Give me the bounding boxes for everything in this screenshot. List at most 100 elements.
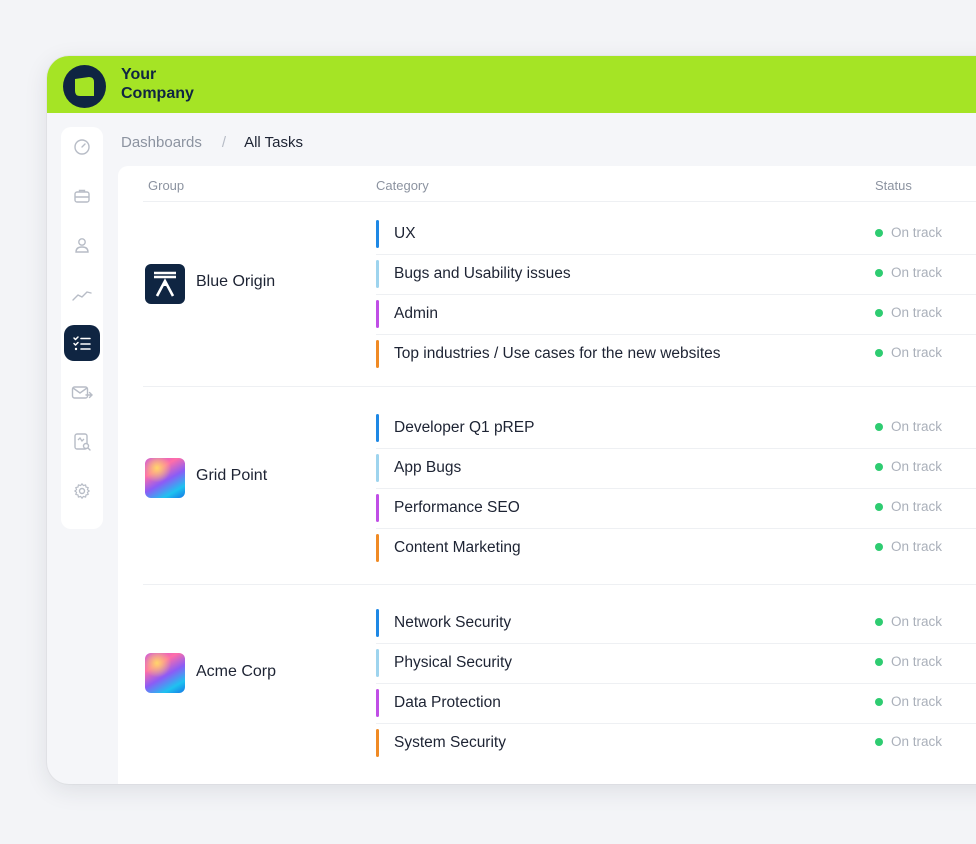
row-divider [376,723,976,724]
nav-trend[interactable] [64,277,100,313]
status-badge: On track [875,539,942,554]
nav-user[interactable] [64,227,100,263]
status-dot-icon [875,737,883,746]
category-color-bar [376,300,379,328]
header-category: Category [376,178,429,193]
status-text: On track [891,694,943,709]
task-label: Admin [394,305,438,322]
task-label: Content Marketing [394,539,521,556]
status-dot-icon [875,268,883,277]
status-badge: On track [875,499,942,514]
status-text: On track [891,539,943,554]
task-label: Data Protection [394,694,501,711]
briefcase-icon [74,189,90,203]
gauge-icon [74,139,90,155]
grid-point-logo-icon [145,458,185,498]
task-label: Developer Q1 pREP [394,419,535,436]
report-search-icon [74,433,91,451]
app-window: Your Company Dashboards / All Tasks Grou… [47,56,976,784]
task-row[interactable]: App Bugs On track [376,448,976,488]
task-label: Performance SEO [394,499,520,516]
nav-gauge[interactable] [64,129,100,165]
status-text: On track [891,459,943,474]
nav-mail[interactable] [64,375,100,411]
status-text: On track [891,345,943,360]
category-color-bar [376,534,379,562]
status-dot-icon [875,617,883,626]
header-status: Status [875,178,912,193]
task-row[interactable]: Bugs and Usability issues On track [376,254,976,294]
task-row[interactable]: Data Protection On track [376,683,976,723]
status-dot-icon [875,462,883,471]
status-badge: On track [875,734,942,749]
category-color-bar [376,340,379,368]
tasks-table: Group Category Status Blue Origin UX On … [118,166,976,784]
category-color-bar [376,454,379,482]
status-badge: On track [875,345,942,360]
status-dot-icon [875,228,883,237]
status-badge: On track [875,265,942,280]
task-row[interactable]: Content Marketing On track [376,528,976,568]
nav-tasks[interactable] [64,325,100,361]
row-divider [376,254,976,255]
company-name-line2: Company [121,85,194,102]
task-row[interactable]: Physical Security On track [376,643,976,683]
status-dot-icon [875,502,883,511]
task-row[interactable]: Admin On track [376,294,976,334]
acme-corp-logo-icon [145,653,185,693]
nav-settings[interactable] [64,473,100,509]
task-row[interactable]: Network Security On track [376,603,976,643]
task-row[interactable]: System Security On track [376,723,976,763]
category-color-bar [376,609,379,637]
status-text: On track [891,614,943,629]
top-bar: Your Company [47,56,976,113]
nav-reports[interactable] [64,424,100,460]
breadcrumb: Dashboards / All Tasks [121,134,303,151]
task-row[interactable]: UX On track [376,214,976,254]
group-divider [143,584,976,585]
category-color-bar [376,494,379,522]
task-label: System Security [394,734,506,751]
status-dot-icon [875,308,883,317]
task-label: Physical Security [394,654,513,671]
row-divider [376,643,976,644]
breadcrumb-root[interactable]: Dashboards [121,134,202,151]
category-color-bar [376,260,379,288]
group-divider [143,386,976,387]
task-row[interactable]: Developer Q1 pREP On track [376,408,976,448]
status-dot-icon [875,657,883,666]
task-row[interactable]: Top industries / Use cases for the new w… [376,334,976,374]
status-dot-icon [875,422,883,431]
category-color-bar [376,689,379,717]
status-badge: On track [875,654,942,669]
row-divider [376,334,976,335]
company-name-line1: Your [121,66,157,83]
checklist-icon [73,336,91,351]
status-text: On track [891,265,943,280]
status-text: On track [891,499,943,514]
task-row[interactable]: Performance SEO On track [376,488,976,528]
nav-briefcase[interactable] [64,178,100,214]
status-dot-icon [875,348,883,357]
row-divider [376,528,976,529]
status-badge: On track [875,614,942,629]
breadcrumb-current: All Tasks [244,134,303,151]
mail-forward-icon [71,386,93,399]
gear-icon [74,483,90,499]
status-text: On track [891,305,943,320]
group-name: Acme Corp [196,663,277,680]
task-label: Bugs and Usability issues [394,265,571,282]
company-logo-icon [75,77,94,96]
sidebar [61,127,103,529]
status-badge: On track [875,225,942,240]
row-divider [376,488,976,489]
category-color-bar [376,220,379,248]
company-logo[interactable] [63,65,106,108]
blue-origin-logo-icon [145,264,185,304]
status-text: On track [891,225,943,240]
status-badge: On track [875,419,942,434]
row-divider [376,294,976,295]
row-divider [376,683,976,684]
category-color-bar [376,649,379,677]
task-label: UX [394,225,416,242]
